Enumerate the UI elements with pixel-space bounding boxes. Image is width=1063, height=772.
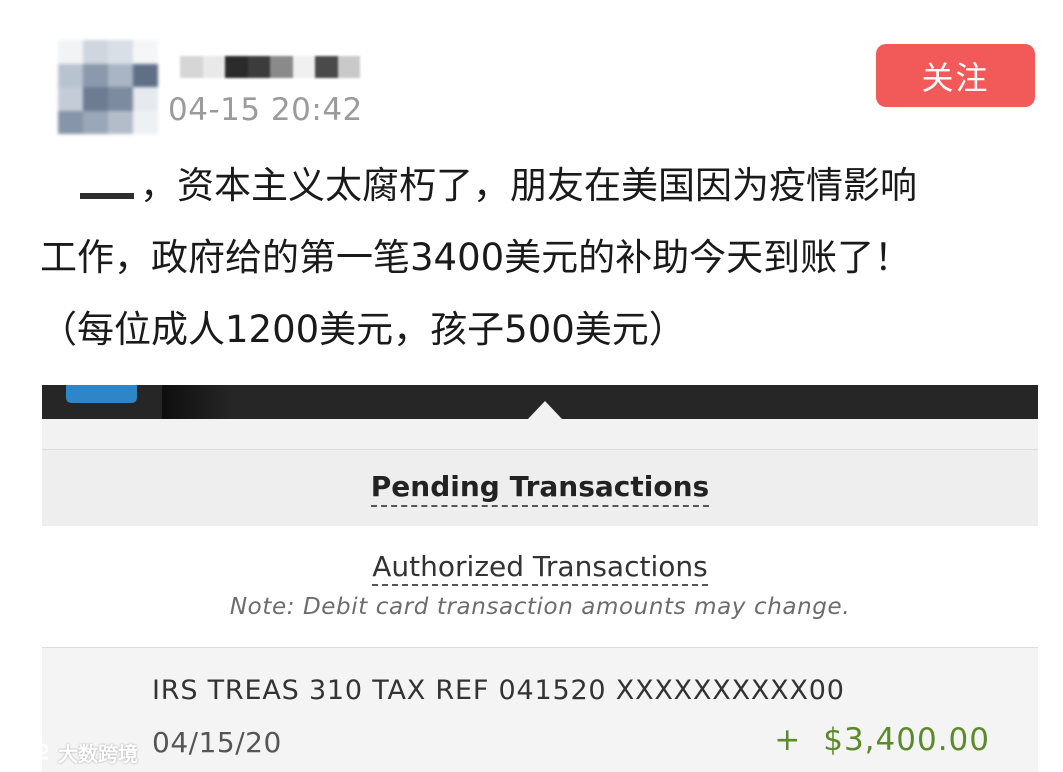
username-redacted[interactable] — [180, 56, 360, 78]
watermark-text: 大数跨境 — [58, 742, 138, 766]
post-text-content: ，资本主义太腐朽了，朋友在美国因为疫情影响 — [140, 164, 917, 207]
bank-spacer — [42, 419, 1038, 449]
post-timestamp: 04-15 20:42 — [168, 92, 363, 128]
post-text-line-3: （每位成人1200美元，孩子500美元） — [40, 308, 686, 351]
menu-button[interactable] — [66, 385, 137, 403]
bank-screenshot: Pending Transactions Authorized Transact… — [42, 385, 1038, 772]
pending-transactions-title[interactable]: Pending Transactions — [42, 470, 1038, 507]
topbar-shade — [162, 385, 232, 419]
logo-icon — [10, 743, 49, 761]
amount-sign: + — [774, 722, 802, 758]
post-body: ，资本主义太腐朽了，朋友在美国因为疫情影响 工作，政府给的第一笔3400美元的补… — [40, 150, 1040, 366]
transaction-description: IRS TREAS 310 TAX REF 041520 XXXXXXXXXX0… — [152, 675, 845, 706]
amount-value: $3,400.00 — [823, 722, 990, 758]
post-text-line-2: 工作，政府给的第一笔3400美元的补助今天到账了！ — [40, 236, 912, 279]
redacted-text — [80, 192, 134, 199]
authorized-transactions-title[interactable]: Authorized Transactions — [42, 550, 1038, 586]
authorized-transactions-header: Authorized Transactions Note: Debit card… — [42, 526, 1038, 648]
pending-transactions-label[interactable]: Pending Transactions — [370, 470, 710, 507]
debit-card-note: Note: Debit card transaction amounts may… — [229, 594, 851, 620]
avatar[interactable] — [58, 40, 158, 134]
follow-button[interactable]: 关注 — [876, 44, 1035, 107]
transaction-date: 04/15/20 — [152, 726, 282, 759]
authorized-transactions-label[interactable]: Authorized Transactions — [372, 550, 708, 586]
pending-transactions-header: Pending Transactions — [42, 449, 1038, 527]
post-text-line-1: ，资本主义太腐朽了，朋友在美国因为疫情影响 — [40, 150, 1040, 222]
transaction-row[interactable]: IRS TREAS 310 TAX REF 041520 XXXXXXXXXX0… — [42, 648, 1038, 772]
bank-topbar — [42, 385, 1038, 419]
transaction-amount: + $3,400.00 — [774, 722, 990, 758]
watermark: 大数跨境 — [8, 738, 138, 767]
dropdown-pointer-icon — [528, 401, 562, 419]
